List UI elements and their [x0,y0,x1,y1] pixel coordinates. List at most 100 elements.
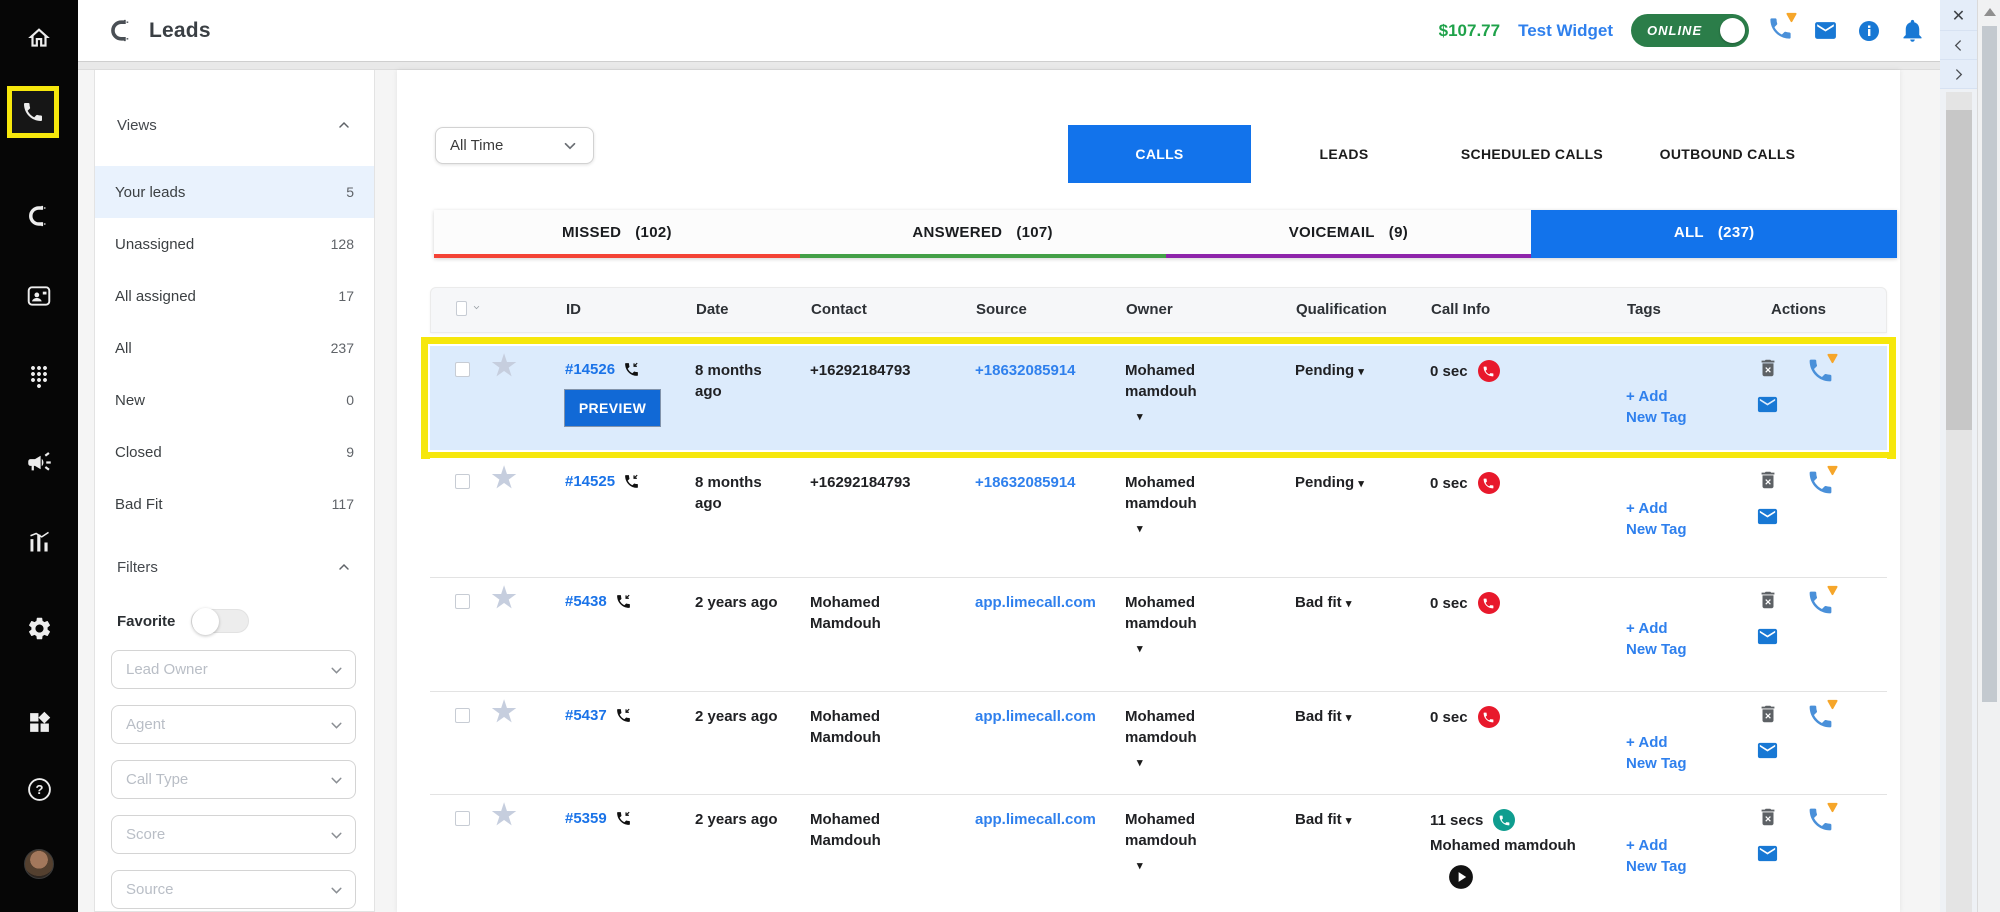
widget-selector[interactable]: Test Widget [1518,21,1613,41]
scroll-up-arrow-icon[interactable] [1984,8,1996,16]
nav-calls[interactable] [7,86,59,138]
email-button[interactable] [1755,739,1780,762]
nav-profile[interactable] [0,842,78,886]
messages-button[interactable] [1812,18,1839,43]
owner-dropdown-caret[interactable]: ▾ [1125,522,1266,537]
nav-campaigns[interactable] [0,440,78,484]
call-back-button[interactable] [1806,702,1835,731]
row-checkbox[interactable] [455,708,470,723]
collapse-left-button[interactable] [1940,31,1977,60]
lead-source-link[interactable]: +18632085914 [975,474,1076,491]
view-all-assigned[interactable]: All assigned17 [95,270,374,322]
view-closed[interactable]: Closed9 [95,426,374,478]
star-icon[interactable]: ★ [491,696,516,727]
row-checkbox[interactable] [455,474,470,489]
lead-source-link[interactable]: +18632085914 [975,362,1076,379]
nav-settings[interactable] [0,606,78,650]
view-unassigned[interactable]: Unassigned128 [95,218,374,270]
lead-id-link[interactable]: #5438 [565,591,607,612]
add-tag-link[interactable]: + Add New Tag [1626,620,1687,658]
source-filter[interactable]: Source [111,870,356,909]
qualification-dropdown[interactable]: Pending ▾ [1270,458,1402,577]
star-icon[interactable]: ★ [491,582,516,613]
table-row[interactable]: ★ #14526 PREVIEW 8 months ago +162921847… [430,346,1887,450]
email-button[interactable] [1755,393,1780,416]
delete-button[interactable] [1757,356,1779,380]
add-tag-link[interactable]: + Add New Tag [1626,388,1687,426]
delete-button[interactable] [1757,702,1779,726]
chevron-up-icon[interactable] [336,559,352,575]
lead-source-link[interactable]: app.limecall.com [975,811,1096,828]
star-icon[interactable]: ★ [491,462,516,493]
owner-dropdown-caret[interactable]: ▾ [1125,642,1266,657]
info-button[interactable] [1857,19,1881,43]
lead-source-link[interactable]: app.limecall.com [975,594,1096,611]
row-checkbox[interactable] [455,811,470,826]
owner-dropdown-caret[interactable]: ▾ [1125,410,1266,425]
view-bad-fit[interactable]: Bad Fit117 [95,478,374,530]
delete-button[interactable] [1757,588,1779,612]
add-tag-link[interactable]: + Add New Tag [1626,734,1687,772]
nav-leads[interactable] [0,194,78,238]
row-checkbox[interactable] [455,594,470,609]
tab-leads[interactable]: LEADS [1269,146,1419,162]
qualification-dropdown[interactable]: Pending ▾ [1270,346,1402,450]
scrollbar[interactable] [1977,0,2000,912]
email-button[interactable] [1755,625,1780,648]
chevron-down-icon[interactable] [472,301,481,314]
qualification-dropdown[interactable]: Bad fit ▾ [1270,692,1402,794]
tab-outbound-calls[interactable]: OUTBOUND CALLS [1645,146,1810,162]
owner-dropdown-caret[interactable]: ▾ [1125,859,1266,874]
table-row[interactable]: ★ #14525 8 months ago +16292184793 +1863… [430,458,1887,578]
nav-help[interactable] [0,767,78,811]
tab-missed[interactable]: MISSED(102) [434,210,800,258]
nav-contacts[interactable] [0,274,78,318]
notifications-button[interactable] [1899,17,1926,44]
favorite-toggle[interactable] [191,609,249,633]
call-back-button[interactable] [1806,805,1835,834]
preview-button[interactable]: PREVIEW [565,390,660,426]
star-icon[interactable]: ★ [491,350,516,381]
tab-voicemail[interactable]: VOICEMAIL(9) [1166,210,1532,258]
lead-id-link[interactable]: #14526 [565,359,615,380]
tab-all[interactable]: ALL(237) [1531,210,1897,258]
delete-button[interactable] [1757,805,1779,829]
chevron-up-icon[interactable] [336,117,352,133]
call-back-button[interactable] [1806,588,1835,617]
scrollbar-thumb[interactable] [1982,26,1997,702]
table-row[interactable]: ★ #5437 2 years ago Mohamed Mamdouh app.… [430,692,1887,795]
add-tag-link[interactable]: + Add New Tag [1626,500,1687,538]
tab-calls[interactable]: CALLS [1068,125,1251,183]
call-back-button[interactable] [1806,468,1835,497]
lead-source-link[interactable]: app.limecall.com [975,708,1096,725]
inner-scroll-thumb[interactable] [1946,110,1972,430]
email-button[interactable] [1755,842,1780,865]
qualification-dropdown[interactable]: Bad fit ▾ [1270,795,1402,912]
score-filter[interactable]: Score [111,815,356,854]
play-recording-button[interactable] [1448,864,1474,890]
nav-apps[interactable] [0,700,78,744]
table-row[interactable]: ★ #5359 2 years ago Mohamed Mamdouh app.… [430,795,1887,912]
call-button[interactable] [1767,15,1794,47]
close-button[interactable]: ✕ [1940,2,1977,31]
lead-id-link[interactable]: #14525 [565,471,615,492]
online-status-toggle[interactable]: ONLINE [1631,14,1749,47]
view-your-leads[interactable]: Your leads5 [95,166,374,218]
call-type-filter[interactable]: Call Type [111,760,356,799]
lead-owner-filter[interactable]: Lead Owner [111,650,356,689]
nav-dialpad[interactable] [0,355,78,399]
row-checkbox[interactable] [455,362,470,377]
lead-id-link[interactable]: #5359 [565,808,607,829]
tab-scheduled-calls[interactable]: SCHEDULED CALLS [1437,146,1627,162]
add-tag-link[interactable]: + Add New Tag [1626,837,1687,875]
email-button[interactable] [1755,505,1780,528]
qualification-dropdown[interactable]: Bad fit ▾ [1270,578,1402,691]
time-range-select[interactable]: All Time [435,127,594,164]
delete-button[interactable] [1757,468,1779,492]
view-all[interactable]: All237 [95,322,374,374]
table-row[interactable]: ★ #5438 2 years ago Mohamed Mamdouh app.… [430,578,1887,692]
nav-analytics[interactable] [0,520,78,564]
agent-filter[interactable]: Agent [111,705,356,744]
select-all-checkbox[interactable] [456,301,467,316]
lead-id-link[interactable]: #5437 [565,705,607,726]
